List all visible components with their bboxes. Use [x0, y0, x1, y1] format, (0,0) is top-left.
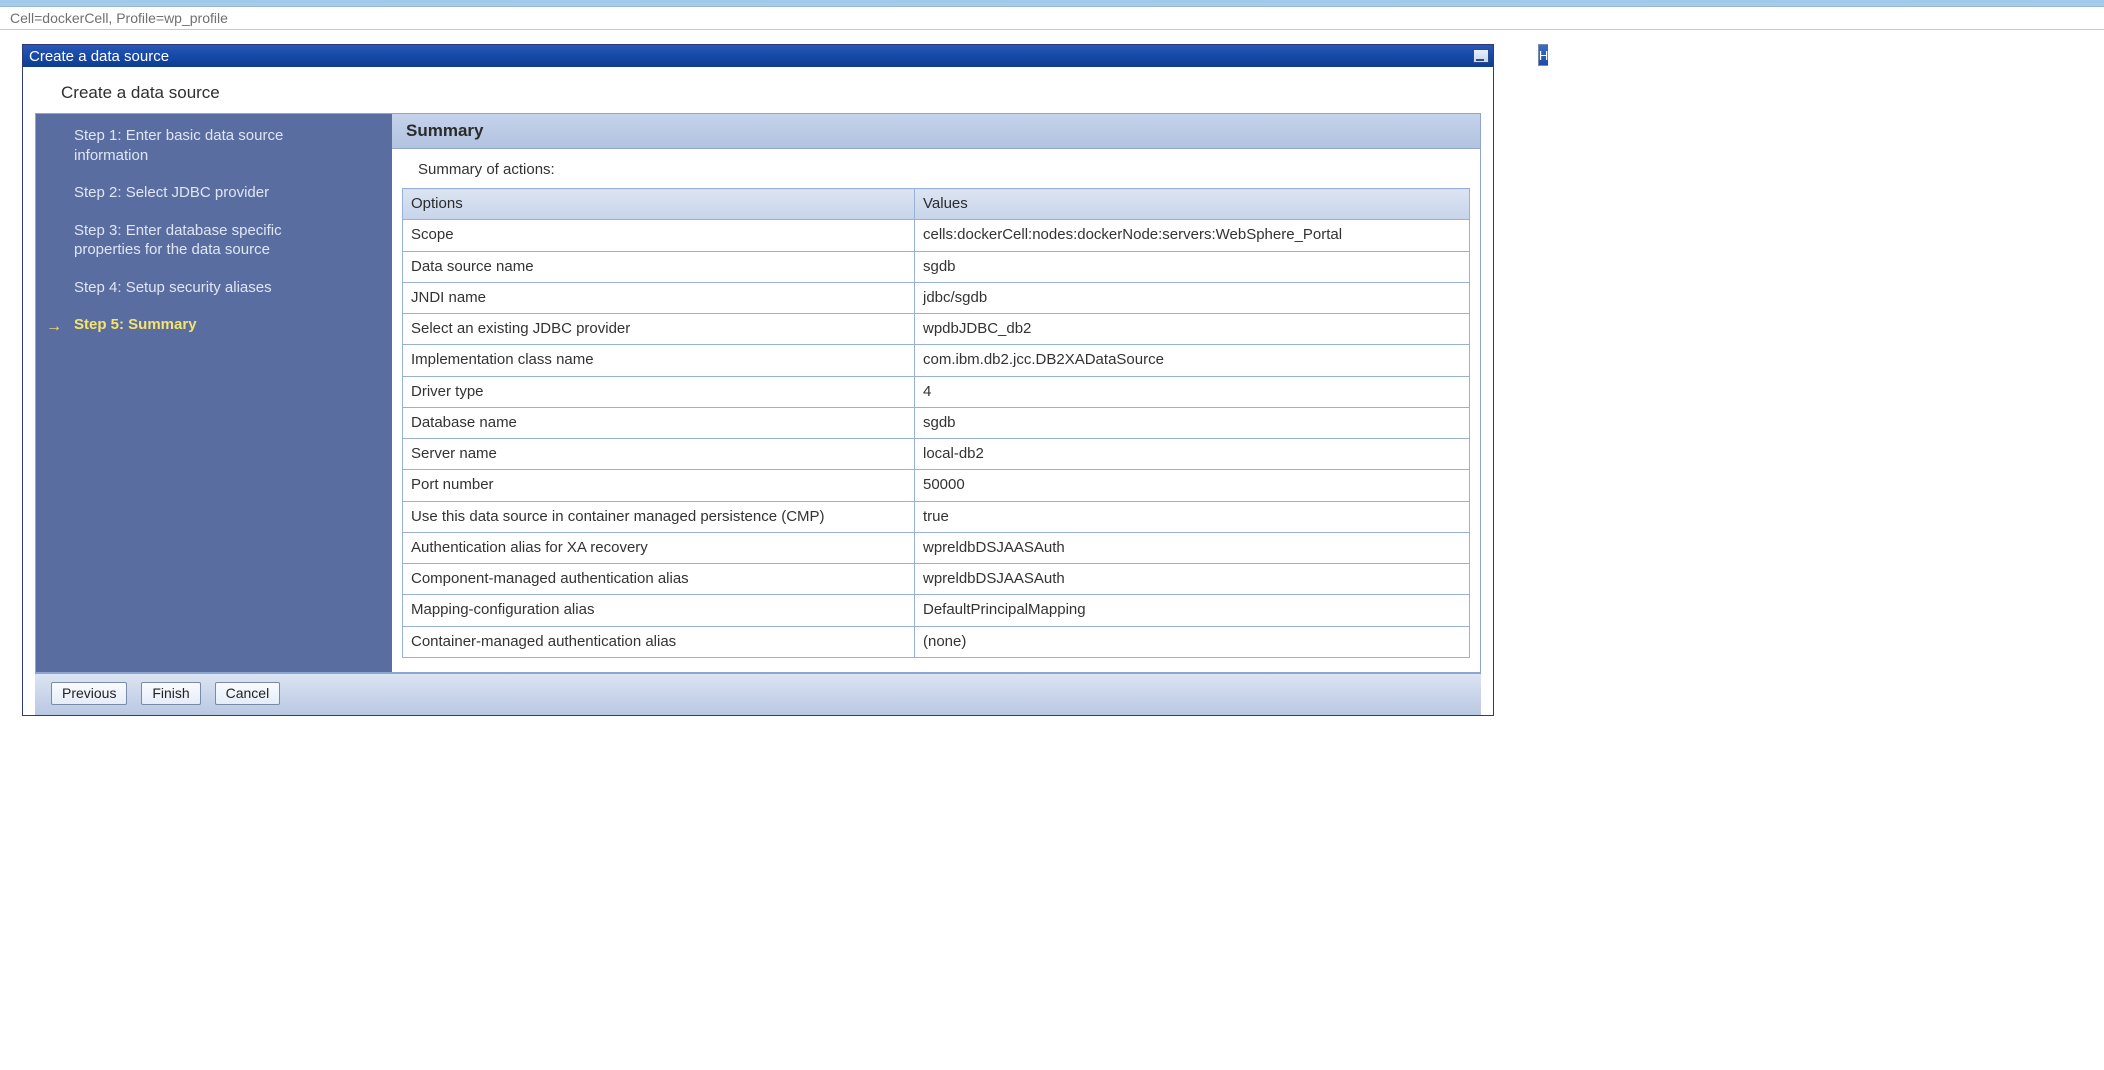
finish-button[interactable]: Finish — [141, 682, 200, 705]
option-cell: Container-managed authentication alias — [403, 626, 915, 657]
option-cell: Authentication alias for XA recovery — [403, 532, 915, 563]
table-row: Authentication alias for XA recoverywpre… — [403, 532, 1470, 563]
option-cell: Mapping-configuration alias — [403, 595, 915, 626]
option-cell: Scope — [403, 220, 915, 251]
table-row: Select an existing JDBC providerwpdbJDBC… — [403, 314, 1470, 345]
wizard-step-2[interactable]: Step 2: Select JDBC provider — [74, 183, 294, 203]
breadcrumb: Cell=dockerCell, Profile=wp_profile — [0, 7, 2104, 30]
value-cell: true — [915, 501, 1470, 532]
summary-section-title: Summary — [392, 114, 1480, 149]
table-row: Port number50000 — [403, 470, 1470, 501]
panel-title: Create a data source — [29, 48, 169, 65]
previous-button[interactable]: Previous — [51, 682, 127, 705]
arrow-right-icon: → — [46, 317, 62, 338]
wizard-main: Summary Summary of actions: Options Valu… — [392, 114, 1480, 672]
wizard-step-5-label: Step 5: Summary — [74, 316, 197, 333]
wizard-panel: Create a data source Create a data sourc… — [22, 44, 1494, 716]
option-cell: Database name — [403, 407, 915, 438]
value-cell: jdbc/sgdb — [915, 282, 1470, 313]
wizard-step-5[interactable]: → Step 5: Summary — [74, 315, 294, 335]
table-row: Driver type4 — [403, 376, 1470, 407]
table-row: Server namelocal-db2 — [403, 439, 1470, 470]
options-column-header: Options — [403, 189, 915, 220]
wizard-container: Step 1: Enter basic data source informat… — [35, 113, 1481, 673]
panel-heading: Create a data source — [61, 83, 1481, 103]
wizard-step-1[interactable]: Step 1: Enter basic data source informat… — [74, 126, 294, 165]
table-row: Container-managed authentication alias(n… — [403, 626, 1470, 657]
option-cell: Data source name — [403, 251, 915, 282]
option-cell: Server name — [403, 439, 915, 470]
table-row: Use this data source in container manage… — [403, 501, 1470, 532]
option-cell: Select an existing JDBC provider — [403, 314, 915, 345]
value-cell: 4 — [915, 376, 1470, 407]
value-cell: DefaultPrincipalMapping — [915, 595, 1470, 626]
wizard-step-3[interactable]: Step 3: Enter database specific properti… — [74, 221, 294, 260]
option-cell: Implementation class name — [403, 345, 915, 376]
summary-table: Options Values Scopecells:dockerCell:nod… — [402, 188, 1470, 658]
top-accent-bar — [0, 0, 2104, 7]
value-cell: wpreldbDSJAASAuth — [915, 532, 1470, 563]
table-row: Database namesgdb — [403, 407, 1470, 438]
value-cell: com.ibm.db2.jcc.DB2XADataSource — [915, 345, 1470, 376]
value-cell: (none) — [915, 626, 1470, 657]
summary-table-header-row: Options Values — [403, 189, 1470, 220]
panel-titlebar: Create a data source — [23, 45, 1493, 67]
value-cell: local-db2 — [915, 439, 1470, 470]
cancel-button[interactable]: Cancel — [215, 682, 281, 705]
wizard-footer: Previous Finish Cancel — [35, 673, 1481, 715]
minimize-icon[interactable] — [1473, 49, 1489, 63]
table-row: Mapping-configuration aliasDefaultPrinci… — [403, 595, 1470, 626]
summary-subtitle: Summary of actions: — [392, 149, 1480, 184]
panel-body: Create a data source Step 1: Enter basic… — [23, 67, 1493, 715]
option-cell: Use this data source in container manage… — [403, 501, 915, 532]
table-row: Implementation class namecom.ibm.db2.jcc… — [403, 345, 1470, 376]
value-cell: sgdb — [915, 407, 1470, 438]
table-row: Data source namesgdb — [403, 251, 1470, 282]
value-cell: wpreldbDSJAASAuth — [915, 564, 1470, 595]
help-fragment-button[interactable]: H — [1538, 44, 1548, 66]
table-row: Scopecells:dockerCell:nodes:dockerNode:s… — [403, 220, 1470, 251]
table-row: Component-managed authentication aliaswp… — [403, 564, 1470, 595]
wizard-steps-sidebar: Step 1: Enter basic data source informat… — [36, 114, 392, 672]
wizard-step-4[interactable]: Step 4: Setup security aliases — [74, 278, 294, 298]
option-cell: JNDI name — [403, 282, 915, 313]
option-cell: Component-managed authentication alias — [403, 564, 915, 595]
values-column-header: Values — [915, 189, 1470, 220]
value-cell: cells:dockerCell:nodes:dockerNode:server… — [915, 220, 1470, 251]
value-cell: 50000 — [915, 470, 1470, 501]
value-cell: sgdb — [915, 251, 1470, 282]
page-wrap: Create a data source Create a data sourc… — [0, 30, 2104, 746]
option-cell: Driver type — [403, 376, 915, 407]
value-cell: wpdbJDBC_db2 — [915, 314, 1470, 345]
option-cell: Port number — [403, 470, 915, 501]
table-row: JNDI namejdbc/sgdb — [403, 282, 1470, 313]
